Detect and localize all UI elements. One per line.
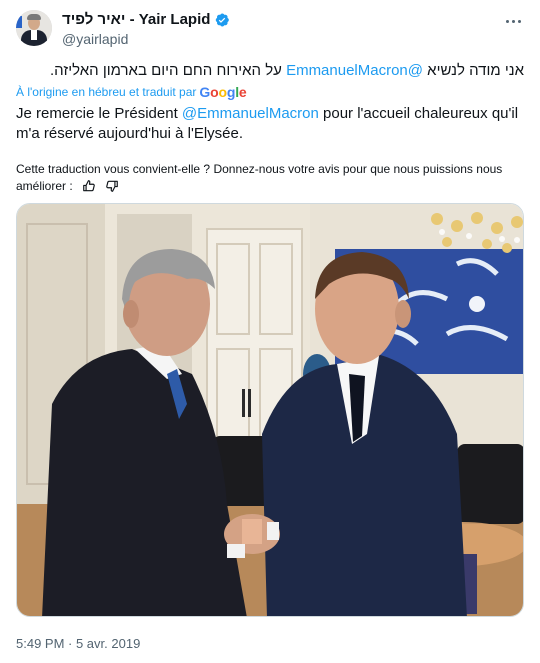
mention-link-original[interactable]: @EmmanuelMacron bbox=[286, 62, 423, 79]
tweet-photo[interactable] bbox=[16, 203, 524, 617]
tweet-text-translated: Je remercie le Président @EmmanuelMacron… bbox=[16, 105, 519, 142]
author-avatar[interactable] bbox=[16, 10, 52, 46]
translation-attribution[interactable]: À l'origine en hébreu et traduit par Goo… bbox=[16, 84, 247, 100]
google-logo: Google bbox=[199, 84, 247, 100]
author-display-name[interactable]: יאיר לפיד - Yair Lapid bbox=[62, 11, 210, 28]
translation-feedback: Cette traduction vous convient-elle ? Do… bbox=[16, 161, 528, 195]
photo-handshake-illustration bbox=[17, 204, 523, 616]
more-options-button[interactable] bbox=[502, 10, 524, 32]
mention-link-translated[interactable]: @EmmanuelMacron bbox=[182, 105, 319, 122]
more-horizontal-icon bbox=[505, 19, 509, 23]
author-handle[interactable]: @yairlapid bbox=[62, 31, 128, 47]
thumbs-down-icon[interactable] bbox=[105, 179, 119, 193]
author-name-row[interactable]: יאיר לפיד - Yair Lapid bbox=[62, 11, 230, 28]
thumbs-up-icon[interactable] bbox=[82, 179, 96, 193]
tweet-timestamp[interactable]: 5:49 PM · 5 avr. 2019 bbox=[16, 636, 140, 651]
tweet-text-original: אני מודה לנשיא @EmmanuelMacron על האירוח… bbox=[50, 62, 524, 79]
tweet-card: יאיר לפיד - Yair Lapid @yairlapid אני מו… bbox=[0, 0, 540, 663]
verified-badge-icon bbox=[216, 12, 230, 27]
